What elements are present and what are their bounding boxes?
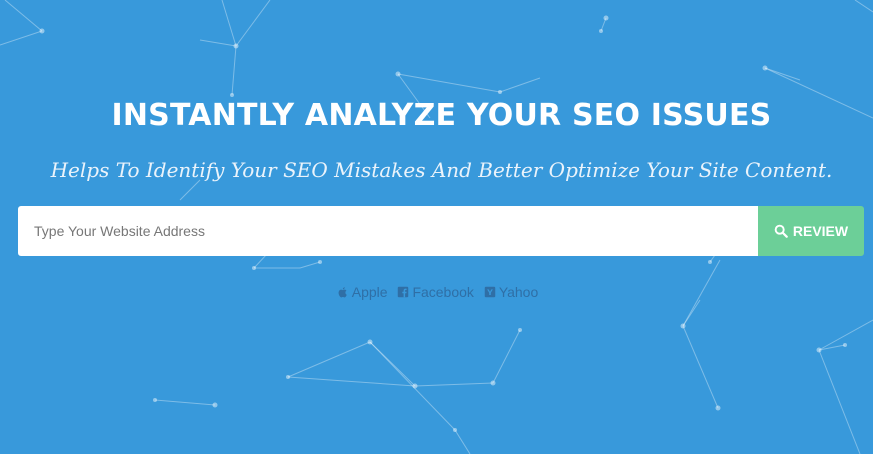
review-button-label: REVIEW [792, 223, 849, 239]
example-link-label: Facebook [412, 284, 474, 300]
search-icon [774, 224, 788, 238]
example-link-apple[interactable]: Apple [337, 284, 388, 300]
facebook-icon [398, 286, 409, 298]
apple-icon [338, 287, 347, 298]
hero-subheadline: Helps To Identify Your SEO Mistakes And … [50, 158, 833, 182]
example-link-label: Yahoo [498, 284, 539, 300]
search-bar: REVIEW [18, 206, 864, 256]
hero-section: INSTANTLY ANALYZE YOUR SEO ISSUES Helps … [0, 0, 873, 454]
example-link-label: Apple [351, 284, 388, 300]
example-link-yahoo[interactable]: Yahoo [484, 284, 538, 300]
hero-headline: INSTANTLY ANALYZE YOUR SEO ISSUES [111, 98, 772, 133]
yahoo-icon [484, 286, 496, 298]
review-button[interactable]: REVIEW [758, 206, 864, 256]
example-link-facebook[interactable]: Facebook [397, 284, 474, 300]
example-links: Apple Facebook Yahoo [0, 284, 873, 301]
website-address-input[interactable] [18, 206, 758, 256]
